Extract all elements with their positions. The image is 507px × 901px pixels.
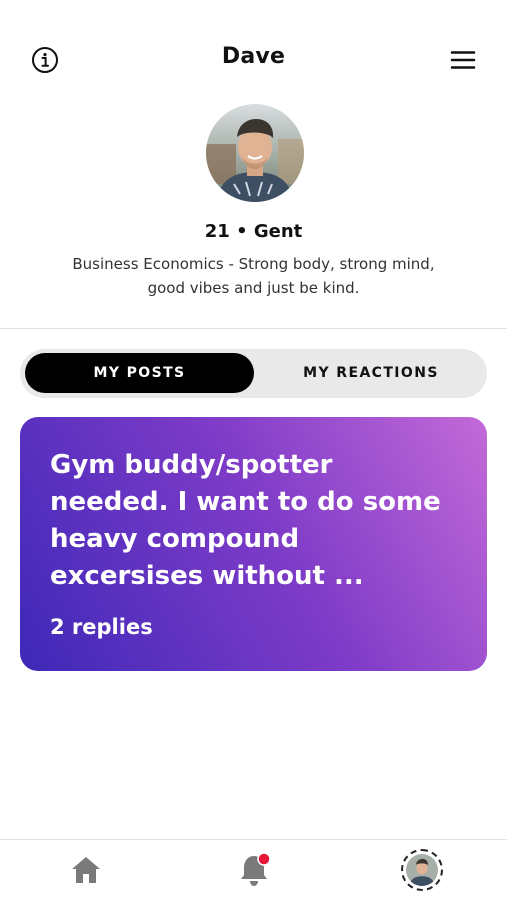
home-icon bbox=[72, 857, 100, 883]
hamburger-menu-icon bbox=[450, 51, 476, 69]
bell-icon bbox=[241, 852, 271, 886]
tab-my-reactions[interactable]: MY REACTIONS bbox=[260, 353, 482, 393]
nav-home-button[interactable] bbox=[69, 853, 103, 887]
nav-profile-button[interactable] bbox=[401, 849, 443, 891]
tab-my-posts[interactable]: MY POSTS bbox=[25, 353, 254, 393]
post-replies-count: 2 replies bbox=[50, 615, 153, 639]
notification-dot bbox=[257, 852, 271, 866]
profile-photo-small bbox=[406, 854, 438, 886]
post-card[interactable]: Gym buddy/spotter needed. I want to do s… bbox=[20, 417, 487, 671]
profile-photo bbox=[206, 104, 304, 202]
age-city-label: 21 • Gent bbox=[204, 221, 303, 242]
divider bbox=[0, 328, 507, 329]
profile-bio: Business Economics - Strong body, strong… bbox=[72, 255, 435, 297]
bottom-nav bbox=[0, 839, 507, 901]
nav-notifications-button[interactable] bbox=[237, 850, 275, 890]
page-title: Dave bbox=[221, 44, 286, 69]
menu-button[interactable] bbox=[449, 46, 477, 74]
nav-profile-avatar bbox=[406, 854, 438, 886]
post-text: Gym buddy/spotter needed. I want to do s… bbox=[50, 450, 441, 591]
top-bar: Dave bbox=[0, 38, 507, 82]
profile-avatar bbox=[206, 104, 304, 202]
posts-reactions-toggle: MY POSTS MY REACTIONS bbox=[20, 349, 487, 398]
